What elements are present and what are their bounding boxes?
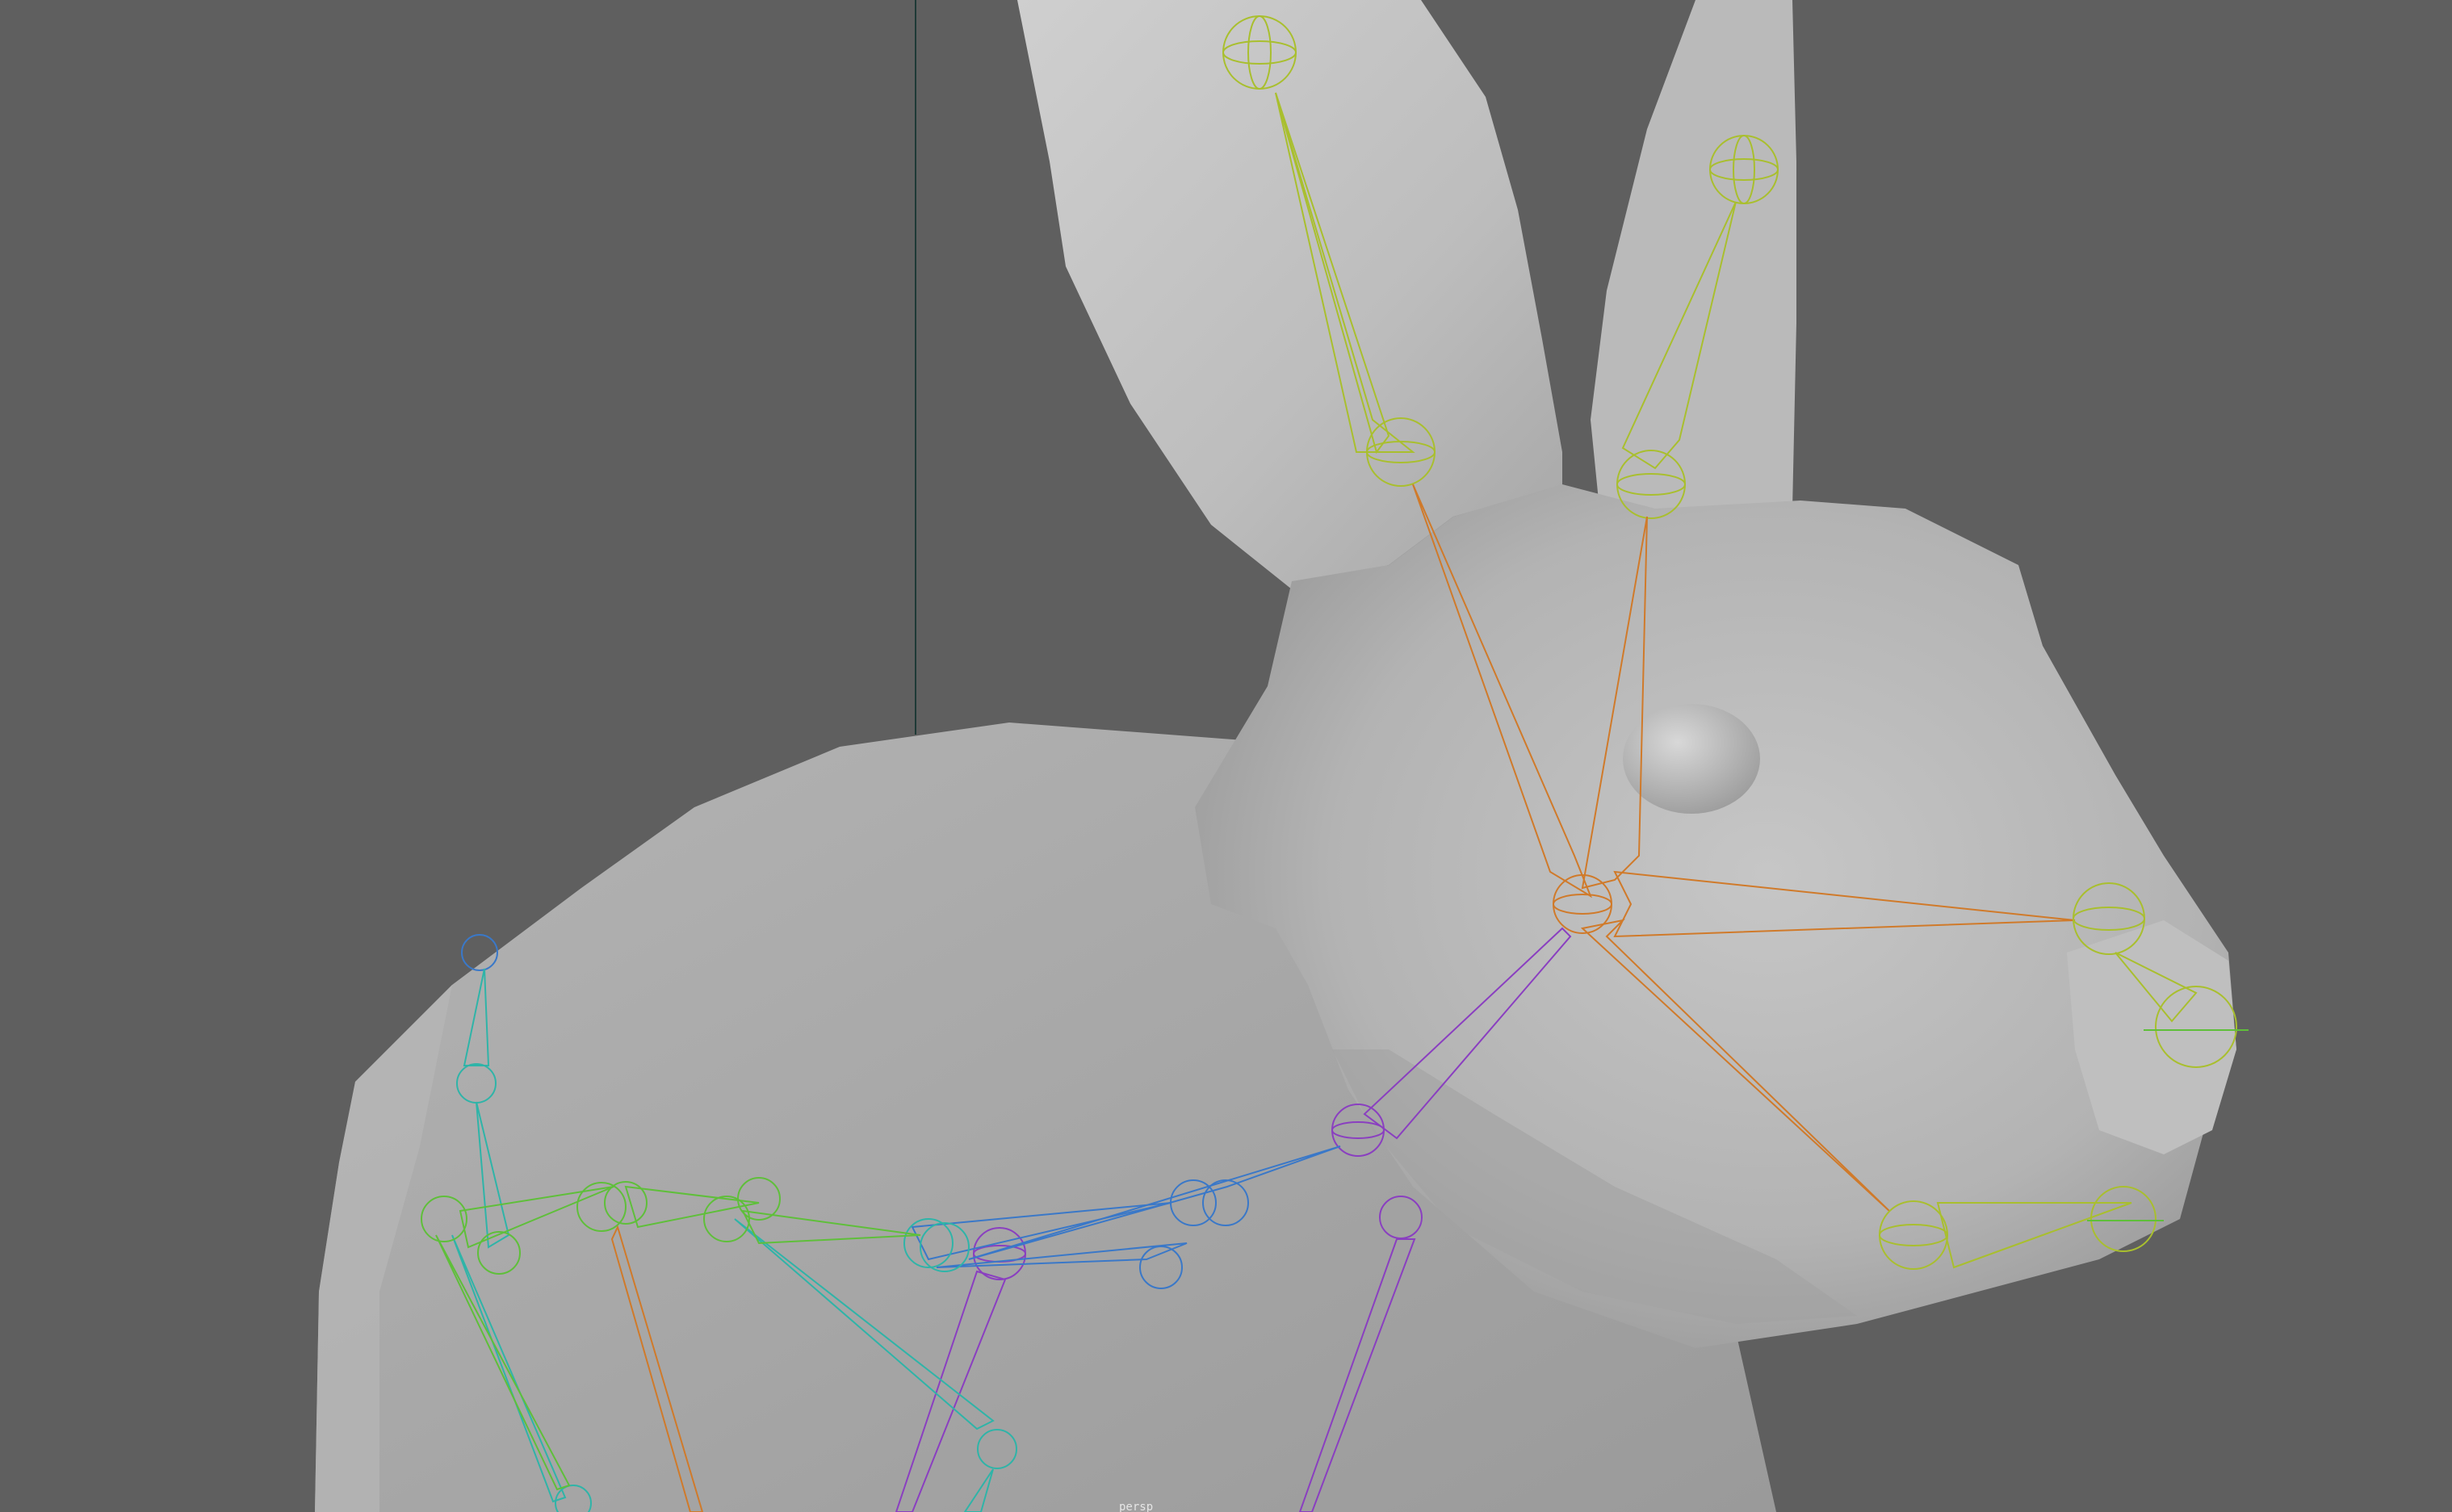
left-ear[interactable] [1017, 0, 1562, 589]
camera-label: persp [1119, 1503, 1154, 1512]
bunny-mesh[interactable] [315, 0, 2236, 1512]
right-ear[interactable] [1591, 0, 1796, 517]
scene-canvas[interactable] [0, 0, 2452, 1512]
bunny-eye[interactable] [1623, 704, 1760, 814]
3d-viewport[interactable]: persp [0, 0, 2452, 1512]
